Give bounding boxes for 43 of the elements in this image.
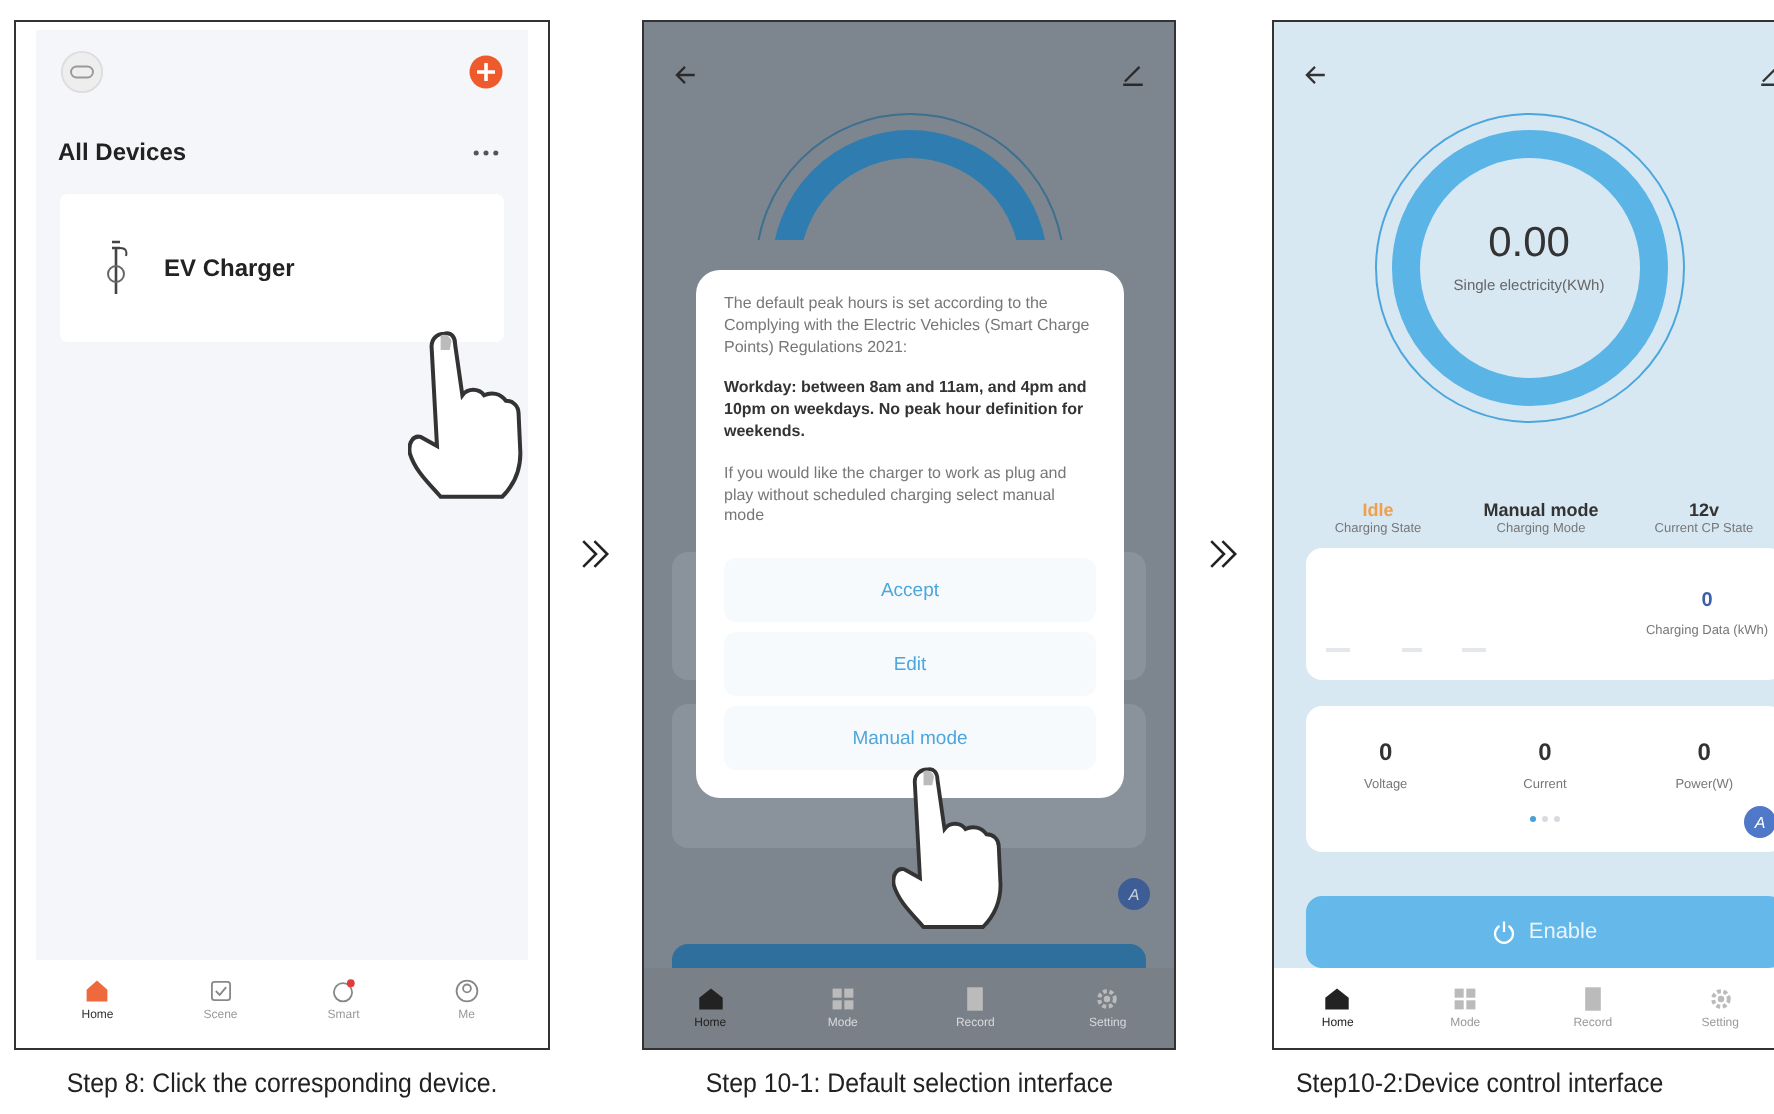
metric-value: 0: [1536, 737, 1554, 765]
reading-value: 0.00: [1486, 220, 1572, 268]
document-icon: [1579, 986, 1606, 1012]
dialog-option-button[interactable]: Manual mode: [724, 706, 1096, 771]
dialog-text: If you would like the charger to work as plug and play without scheduled charging select manual mode: [724, 463, 1069, 529]
chart-value: 0: [1699, 590, 1715, 612]
double-chevron-icon: [580, 536, 612, 572]
home-icon: [697, 986, 724, 1012]
home-icon: [1324, 986, 1351, 1012]
checkbox-icon: [207, 978, 234, 1004]
metric-value: 0: [1695, 737, 1713, 765]
dialog-option-button[interactable]: Accept: [724, 558, 1096, 623]
smart-icon: [330, 978, 357, 1004]
stat-value: Idle: [1360, 500, 1396, 520]
double-chevron-icon: [1208, 536, 1240, 572]
section-title: All Devices: [58, 138, 187, 166]
document-icon: [962, 986, 989, 1012]
caption: Step 10-1: Default selection interface: [705, 1068, 1113, 1098]
dialog-text: Workday: between 8am and 11am, and 4pm and 10pm on weekdays. No peak hour definition for weekends.: [724, 378, 1089, 444]
settings-icon: [1094, 986, 1121, 1012]
metric-value: 0: [1376, 737, 1395, 765]
grid-icon: [829, 986, 856, 1012]
caption: Step 8: Click the corresponding device.: [66, 1068, 498, 1098]
dialog-text: The default peak hours is set according to the Complying with the Electric Vehicles (Smart Charge Points) Regulations 2021:: [724, 294, 1092, 359]
home-icon: [84, 978, 111, 1004]
more-icon[interactable]: [472, 147, 500, 157]
stat-value: Manual mode: [1481, 500, 1601, 520]
profile-icon: [453, 978, 480, 1004]
page-dot[interactable]: [1542, 815, 1548, 821]
back-arrow-icon[interactable]: [1302, 62, 1328, 88]
enable-button[interactable]: Enable: [1306, 896, 1774, 968]
settings-icon: [1707, 986, 1734, 1012]
caption: Step10-2:Device control interface: [1295, 1068, 1664, 1098]
dialog-option-button[interactable]: Edit: [724, 632, 1096, 697]
page-dot[interactable]: [1530, 815, 1536, 821]
grid-icon: [1452, 986, 1479, 1012]
assistant-button[interactable]: A: [1118, 878, 1150, 910]
stat-value: 12v: [1686, 500, 1722, 520]
device-card[interactable]: EV Charger: [60, 194, 504, 342]
page-dot[interactable]: [1554, 815, 1560, 821]
power-icon: [1492, 920, 1517, 944]
add-icon[interactable]: [468, 54, 504, 90]
logo-icon[interactable]: [60, 50, 104, 94]
